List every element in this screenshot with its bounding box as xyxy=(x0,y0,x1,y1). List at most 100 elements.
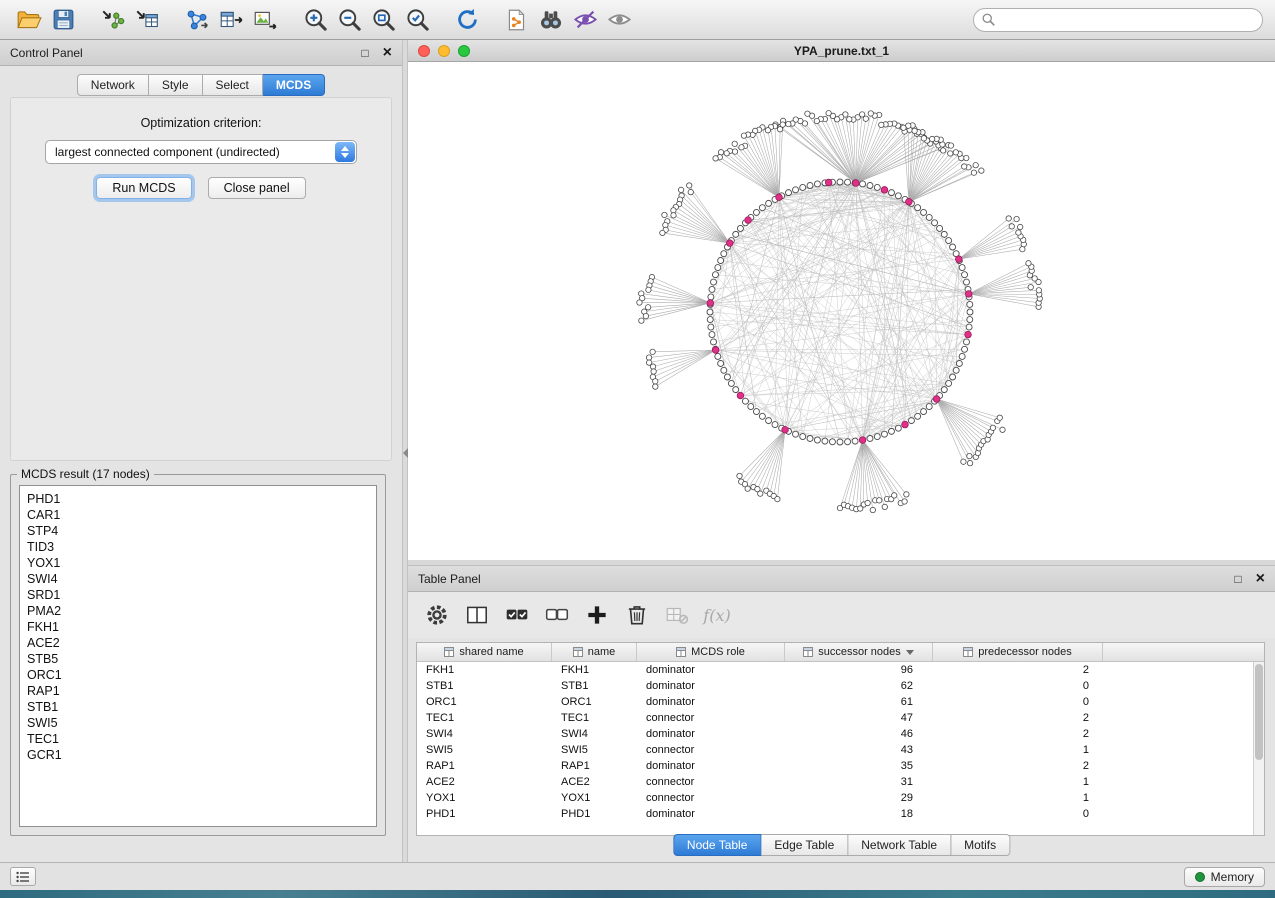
mcds-result-item[interactable]: STP4 xyxy=(27,523,376,539)
mcds-result-item[interactable]: PHD1 xyxy=(27,491,376,507)
unselect-all-columns-button[interactable] xyxy=(542,600,572,630)
tab-select[interactable]: Select xyxy=(203,74,263,96)
table-toolbar: f(x) xyxy=(408,592,1275,638)
column-header-name[interactable]: name xyxy=(552,643,637,661)
show-columns-button[interactable] xyxy=(462,600,492,630)
criterion-value: largest connected component (undirected) xyxy=(55,145,280,159)
search-network-button[interactable] xyxy=(534,4,568,36)
table-cell: 29 xyxy=(785,792,933,804)
hide-selected-button[interactable] xyxy=(568,4,602,36)
table-row[interactable]: ACE2ACE2connector311 xyxy=(417,774,1264,790)
table-row[interactable]: PHD1PHD1dominator180 xyxy=(417,806,1264,822)
mcds-result-item[interactable]: ORC1 xyxy=(27,667,376,683)
mcds-result-item[interactable]: TEC1 xyxy=(27,731,376,747)
export-image-button[interactable] xyxy=(248,4,282,36)
export-table-button[interactable] xyxy=(214,4,248,36)
select-all-columns-button[interactable] xyxy=(502,600,532,630)
tab-mcds[interactable]: MCDS xyxy=(263,74,325,96)
table-row[interactable]: SWI5SWI5connector431 xyxy=(417,742,1264,758)
table-cell: 2 xyxy=(933,728,1103,740)
mcds-result-item[interactable]: SRD1 xyxy=(27,587,376,603)
table-row[interactable]: SWI4SWI4dominator462 xyxy=(417,726,1264,742)
table-cell: YOX1 xyxy=(552,792,637,804)
search-input[interactable] xyxy=(973,8,1263,32)
zoom-fit-button[interactable] xyxy=(366,4,400,36)
export-image-icon xyxy=(252,7,278,33)
table-row[interactable]: ORC1ORC1dominator610 xyxy=(417,694,1264,710)
close-window-icon[interactable] xyxy=(418,45,430,57)
run-mcds-button[interactable]: Run MCDS xyxy=(96,177,191,199)
table-row[interactable]: STB1STB1dominator620 xyxy=(417,678,1264,694)
float-panel-icon[interactable]: □ xyxy=(361,47,368,59)
table-settings-button[interactable] xyxy=(422,600,452,630)
mcds-result-item[interactable]: FKH1 xyxy=(27,619,376,635)
minimize-window-icon[interactable] xyxy=(438,45,450,57)
column-header-predecessor-nodes[interactable]: predecessor nodes xyxy=(933,643,1103,661)
table-cell: RAP1 xyxy=(417,760,552,772)
close-panel-icon[interactable]: × xyxy=(383,45,392,61)
mcds-result-item[interactable]: STB5 xyxy=(27,651,376,667)
network-graph[interactable] xyxy=(408,62,1275,560)
export-network-button[interactable] xyxy=(180,4,214,36)
column-header-successor-nodes[interactable]: successor nodes xyxy=(785,643,933,661)
import-table-button[interactable] xyxy=(130,4,164,36)
table-cell: 31 xyxy=(785,776,933,788)
global-search xyxy=(973,8,1263,32)
create-column-button[interactable] xyxy=(582,600,612,630)
close-table-panel-icon[interactable]: × xyxy=(1256,571,1265,587)
mcds-result-item[interactable]: CAR1 xyxy=(27,507,376,523)
table-cell: 1 xyxy=(933,792,1103,804)
zoom-in-button[interactable] xyxy=(298,4,332,36)
tab-edge-table[interactable]: Edge Table xyxy=(761,834,848,856)
show-all-button[interactable] xyxy=(602,4,636,36)
mcds-result-item[interactable]: ACE2 xyxy=(27,635,376,651)
mcds-result-item[interactable]: PMA2 xyxy=(27,603,376,619)
network-canvas[interactable] xyxy=(408,62,1275,560)
mcds-result-item[interactable]: SWI4 xyxy=(27,571,376,587)
zoom-out-button[interactable] xyxy=(332,4,366,36)
desktop-background xyxy=(0,890,1275,898)
close-panel-button[interactable]: Close panel xyxy=(208,177,306,199)
plus-icon xyxy=(584,602,610,628)
scrollbar-thumb[interactable] xyxy=(1255,664,1263,760)
table-row[interactable]: RAP1RAP1dominator352 xyxy=(417,758,1264,774)
table-row[interactable]: FKH1FKH1dominator962 xyxy=(417,662,1264,678)
column-header-shared-name[interactable]: shared name xyxy=(417,643,552,661)
float-table-panel-icon[interactable]: □ xyxy=(1234,573,1241,585)
tab-network[interactable]: Network xyxy=(77,74,149,96)
tab-network-table[interactable]: Network Table xyxy=(848,834,951,856)
mcds-result-item[interactable]: RAP1 xyxy=(27,683,376,699)
task-history-button[interactable] xyxy=(10,867,36,886)
save-session-button[interactable] xyxy=(46,4,80,36)
mcds-result-item[interactable]: STB1 xyxy=(27,699,376,715)
memory-button[interactable]: Memory xyxy=(1184,867,1265,887)
table-panel-header: Table Panel □ × xyxy=(408,566,1275,592)
mcds-result-item[interactable]: SWI5 xyxy=(27,715,376,731)
table-scrollbar[interactable] xyxy=(1253,662,1264,835)
tab-node-table[interactable]: Node Table xyxy=(673,834,762,856)
import-network-button[interactable] xyxy=(96,4,130,36)
share-document-button[interactable] xyxy=(500,4,534,36)
open-file-button[interactable] xyxy=(12,4,46,36)
tab-style[interactable]: Style xyxy=(149,74,203,96)
column-header-mcds-role[interactable]: MCDS role xyxy=(637,643,785,661)
main-toolbar xyxy=(0,0,1275,40)
application-window: Control Panel □ × Network Style Select M… xyxy=(0,0,1275,898)
criterion-dropdown[interactable]: largest connected component (undirected) xyxy=(45,140,357,164)
network-window-titlebar[interactable]: YPA_prune.txt_1 xyxy=(408,40,1275,62)
refresh-layout-button[interactable] xyxy=(450,4,484,36)
maximize-window-icon[interactable] xyxy=(458,45,470,57)
control-panel-title: Control Panel xyxy=(10,46,83,60)
mcds-result-item[interactable]: GCR1 xyxy=(27,747,376,763)
table-cell: STB1 xyxy=(417,680,552,692)
tab-motifs[interactable]: Motifs xyxy=(951,834,1010,856)
table-row[interactable]: TEC1TEC1connector472 xyxy=(417,710,1264,726)
table-row[interactable]: YOX1YOX1connector291 xyxy=(417,790,1264,806)
zoom-selected-button[interactable] xyxy=(400,4,434,36)
mcds-result-item[interactable]: TID3 xyxy=(27,539,376,555)
sort-chevron-icon xyxy=(906,650,914,655)
mcds-result-group: MCDS result (17 nodes) PHD1CAR1STP4TID3Y… xyxy=(10,467,386,836)
mcds-result-item[interactable]: YOX1 xyxy=(27,555,376,571)
delete-column-button[interactable] xyxy=(622,600,652,630)
table-cell: 46 xyxy=(785,728,933,740)
